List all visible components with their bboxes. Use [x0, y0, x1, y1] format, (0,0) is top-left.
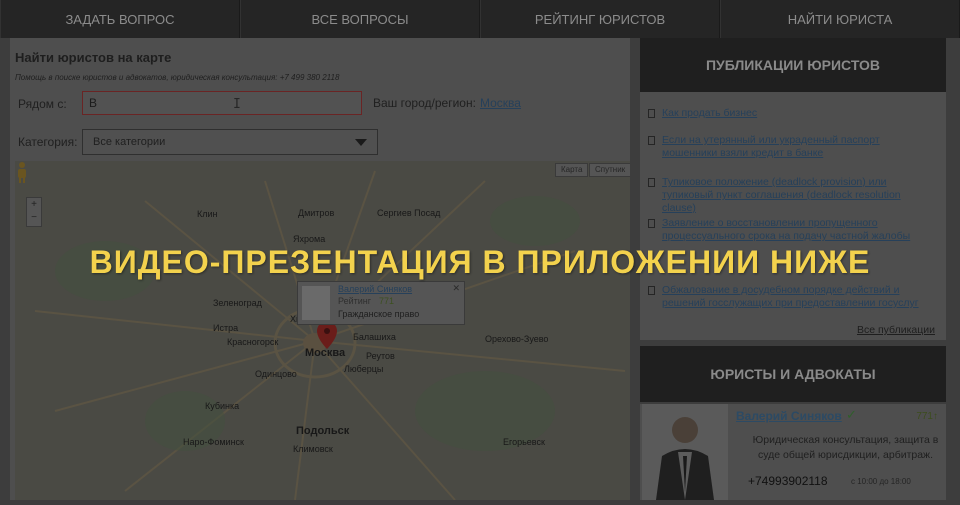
publication-link[interactable]: Заявление о восстановлении пропущенного … [662, 217, 937, 243]
map-label: Балашиха [353, 332, 396, 342]
page-title: Найти юристов на карте [15, 50, 172, 65]
text-cursor-icon: I [233, 97, 241, 112]
zoom-in-button[interactable]: + [27, 198, 41, 211]
nav-lawyer-rating[interactable]: РЕЙТИНГ ЮРИСТОВ [480, 0, 720, 38]
publication-link[interactable]: Тупиковое положение (deadlock provision)… [662, 176, 937, 215]
map-label: Наро-Фоминск [183, 437, 244, 447]
city-label: Ваш город/регион: [373, 96, 476, 110]
lawyers-header: ЮРИСТЫ И АДВОКАТЫ [640, 346, 946, 402]
top-nav: ЗАДАТЬ ВОПРОС ВСЕ ВОПРОСЫ РЕЙТИНГ ЮРИСТО… [0, 0, 960, 38]
map-label: Сергиев Посад [377, 208, 441, 218]
lawyer-photo[interactable] [642, 404, 728, 500]
map[interactable]: Карта Спутник + − Клин Дмитров Сергиев П… [15, 161, 630, 500]
city-link[interactable]: Москва [480, 96, 521, 110]
popup-specialty: Гражданское право [338, 309, 420, 319]
all-publications-link[interactable]: Все публикации [857, 324, 935, 336]
map-label: Яхрома [293, 234, 326, 244]
lawyer-phone[interactable]: +74993902118 [748, 474, 828, 488]
category-select[interactable]: Все категории [82, 129, 378, 155]
map-label: Дмитров [298, 208, 335, 218]
document-icon [648, 109, 655, 118]
document-icon [648, 136, 655, 145]
publication-link[interactable]: Обжалование в досудебном порядке действи… [662, 284, 937, 310]
document-icon [648, 178, 655, 187]
publications-panel: Как продать бизнес Если на утерянный или… [640, 92, 946, 340]
map-label: Клин [197, 209, 218, 219]
popup-rating-value: 771 [379, 296, 395, 306]
map-label: Зеленоград [213, 298, 262, 308]
document-icon [648, 219, 655, 228]
publications-header: ПУБЛИКАЦИИ ЮРИСТОВ [640, 38, 946, 92]
nav-find-lawyer[interactable]: НАЙТИ ЮРИСТА [720, 0, 960, 38]
pegman-icon[interactable] [15, 161, 29, 183]
verified-check-icon: ✓ [846, 407, 857, 422]
map-label: Люберцы [344, 364, 384, 374]
video-presentation-title: ВИДЕО-ПРЕЗЕНТАЦИЯ В ПРИЛОЖЕНИИ НИЖЕ [89, 244, 871, 280]
popup-rating-label: Рейтинг [338, 296, 372, 306]
map-label: Подольск [296, 425, 350, 437]
near-input[interactable]: В [82, 91, 362, 115]
popup-rating: Рейтинг 771 [338, 296, 394, 306]
map-label: Егорьевск [503, 437, 545, 447]
zoom-control[interactable]: + − [26, 197, 42, 227]
nav-ask-question[interactable]: ЗАДАТЬ ВОПРОС [0, 0, 240, 38]
chevron-down-icon [355, 139, 367, 146]
lawyer-photo [302, 286, 330, 320]
close-icon[interactable]: ✕ [452, 283, 460, 294]
map-label: Истра [213, 323, 239, 333]
popup-lawyer-name[interactable]: Валерий Синяков [338, 284, 412, 294]
near-label: Рядом с: [18, 97, 67, 111]
publication-link[interactable]: Как продать бизнес [662, 107, 937, 120]
map-label: Климовск [293, 444, 333, 454]
map-label: Кубинка [205, 401, 240, 411]
lawyer-avatar-icon [656, 417, 714, 500]
lawyer-map-popup[interactable]: Валерий Синяков Рейтинг 771 Гражданское п… [297, 281, 465, 325]
publication-link[interactable]: Если на утерянный или украденный паспорт… [662, 134, 937, 160]
lawyer-name-link[interactable]: Валерий Синяков [736, 409, 842, 423]
map-type-map[interactable]: Карта [555, 163, 589, 177]
map-label: Москва [305, 347, 346, 359]
lawyer-rating: 771↑ [916, 411, 938, 422]
nav-all-questions[interactable]: ВСЕ ВОПРОСЫ [240, 0, 480, 38]
map-label: Реутов [366, 351, 395, 361]
category-label: Категория: [18, 135, 78, 149]
category-value: Все категории [93, 136, 166, 148]
map-label: Красногорск [227, 337, 279, 347]
map-label: Орехово-Зуево [485, 334, 549, 344]
zoom-out-button[interactable]: − [27, 211, 41, 224]
document-icon [648, 286, 655, 295]
page-subtitle: Помощь в поиске юристов и адвокатов, юри… [15, 73, 340, 82]
lawyer-card: Валерий Синяков ✓ 771↑ Юридическая консу… [640, 404, 946, 500]
lawyer-description: Юридическая консультация, защита в суде … [752, 434, 939, 461]
map-type-satellite[interactable]: Спутник [589, 163, 630, 177]
lawyer-hours: с 10:00 до 18:00 [851, 477, 911, 486]
map-label: Одинцово [255, 369, 297, 379]
